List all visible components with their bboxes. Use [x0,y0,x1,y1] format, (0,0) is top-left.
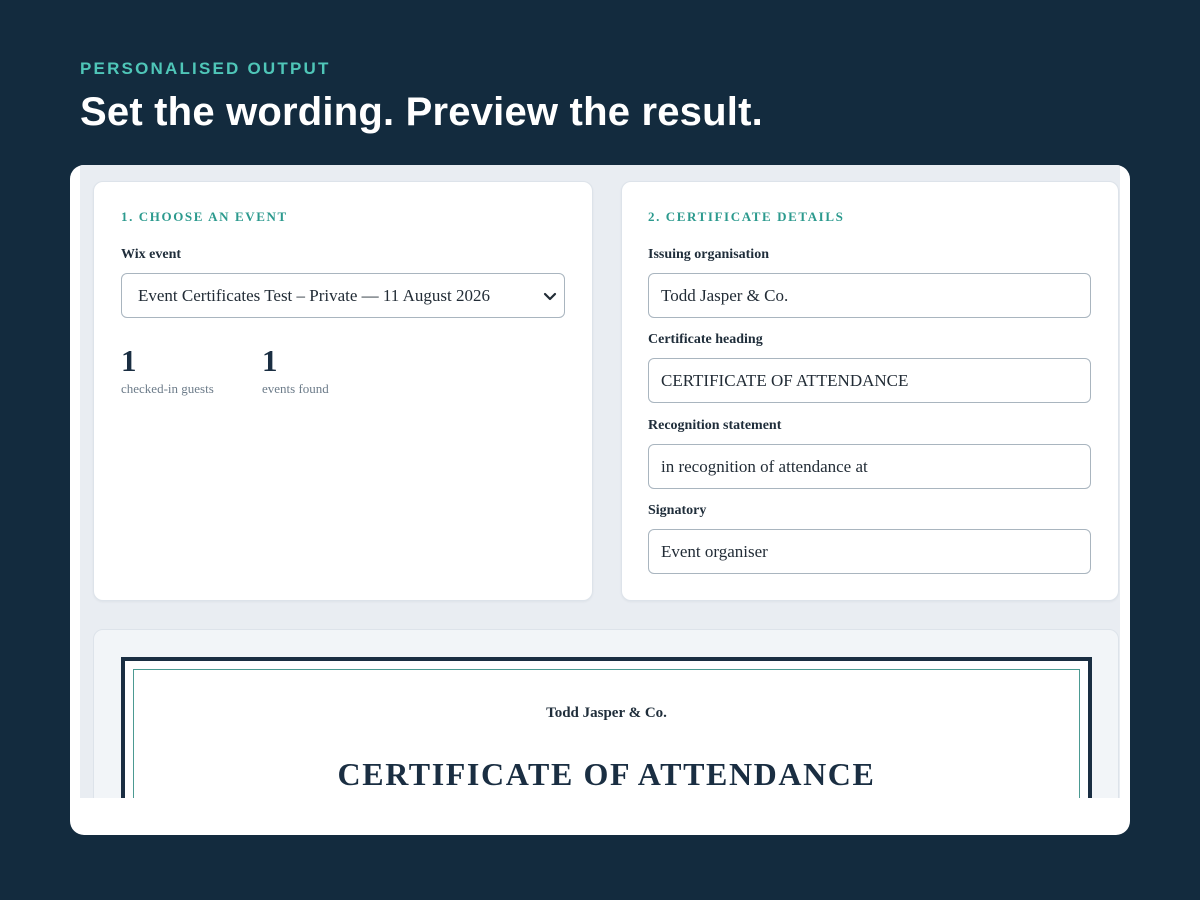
certificate-details-title: 2. CERTIFICATE DETAILS [648,209,845,224]
signatory-label: Signatory [648,503,707,518]
recognition-statement-label: Recognition statement [648,418,782,433]
issuing-organisation-input[interactable]: Todd Jasper & Co. [648,273,1091,318]
app-screenshot-frame: 1. CHOOSE AN EVENT Wix event Event Certi… [70,165,1130,835]
checked-in-guests-count: 1 [121,343,137,378]
events-found-label: events found [262,381,329,396]
page-headline: Set the wording. Preview the result. [80,90,763,134]
certificate-heading: CERTIFICATE OF ATTENDANCE [337,756,876,792]
events-found-count: 1 [262,343,278,378]
recognition-statement-input[interactable]: in recognition of attendance at [648,444,1091,489]
certificate-preview-card: Todd Jasper & Co. CERTIFICATE OF ATTENDA… [93,629,1119,798]
choose-event-card: 1. CHOOSE AN EVENT Wix event Event Certi… [93,181,593,601]
certificate-inner-border: Todd Jasper & Co. CERTIFICATE OF ATTENDA… [133,669,1080,798]
chevron-down-icon [543,292,557,301]
certificate-heading-input[interactable]: CERTIFICATE OF ATTENDANCE [648,358,1091,403]
section-eyebrow: PERSONALISED OUTPUT [80,59,331,78]
signatory-input[interactable]: Event organiser [648,529,1091,574]
app-viewport[interactable]: 1. CHOOSE AN EVENT Wix event Event Certi… [80,165,1120,798]
certificate-outer-border: Todd Jasper & Co. CERTIFICATE OF ATTENDA… [121,657,1092,798]
certificate-heading-label: Certificate heading [648,332,763,347]
wix-event-select[interactable]: Event Certificates Test – Private — 11 A… [121,273,565,318]
wix-event-label: Wix event [121,247,182,262]
issuing-organisation-label: Issuing organisation [648,247,769,262]
certificate-details-card: 2. CERTIFICATE DETAILS Issuing organisat… [621,181,1119,601]
checked-in-guests-label: checked-in guests [121,381,214,396]
wix-event-select-value: Event Certificates Test – Private — 11 A… [138,286,490,305]
choose-event-title: 1. CHOOSE AN EVENT [121,209,288,224]
certificate-organisation: Todd Jasper & Co. [546,705,667,721]
